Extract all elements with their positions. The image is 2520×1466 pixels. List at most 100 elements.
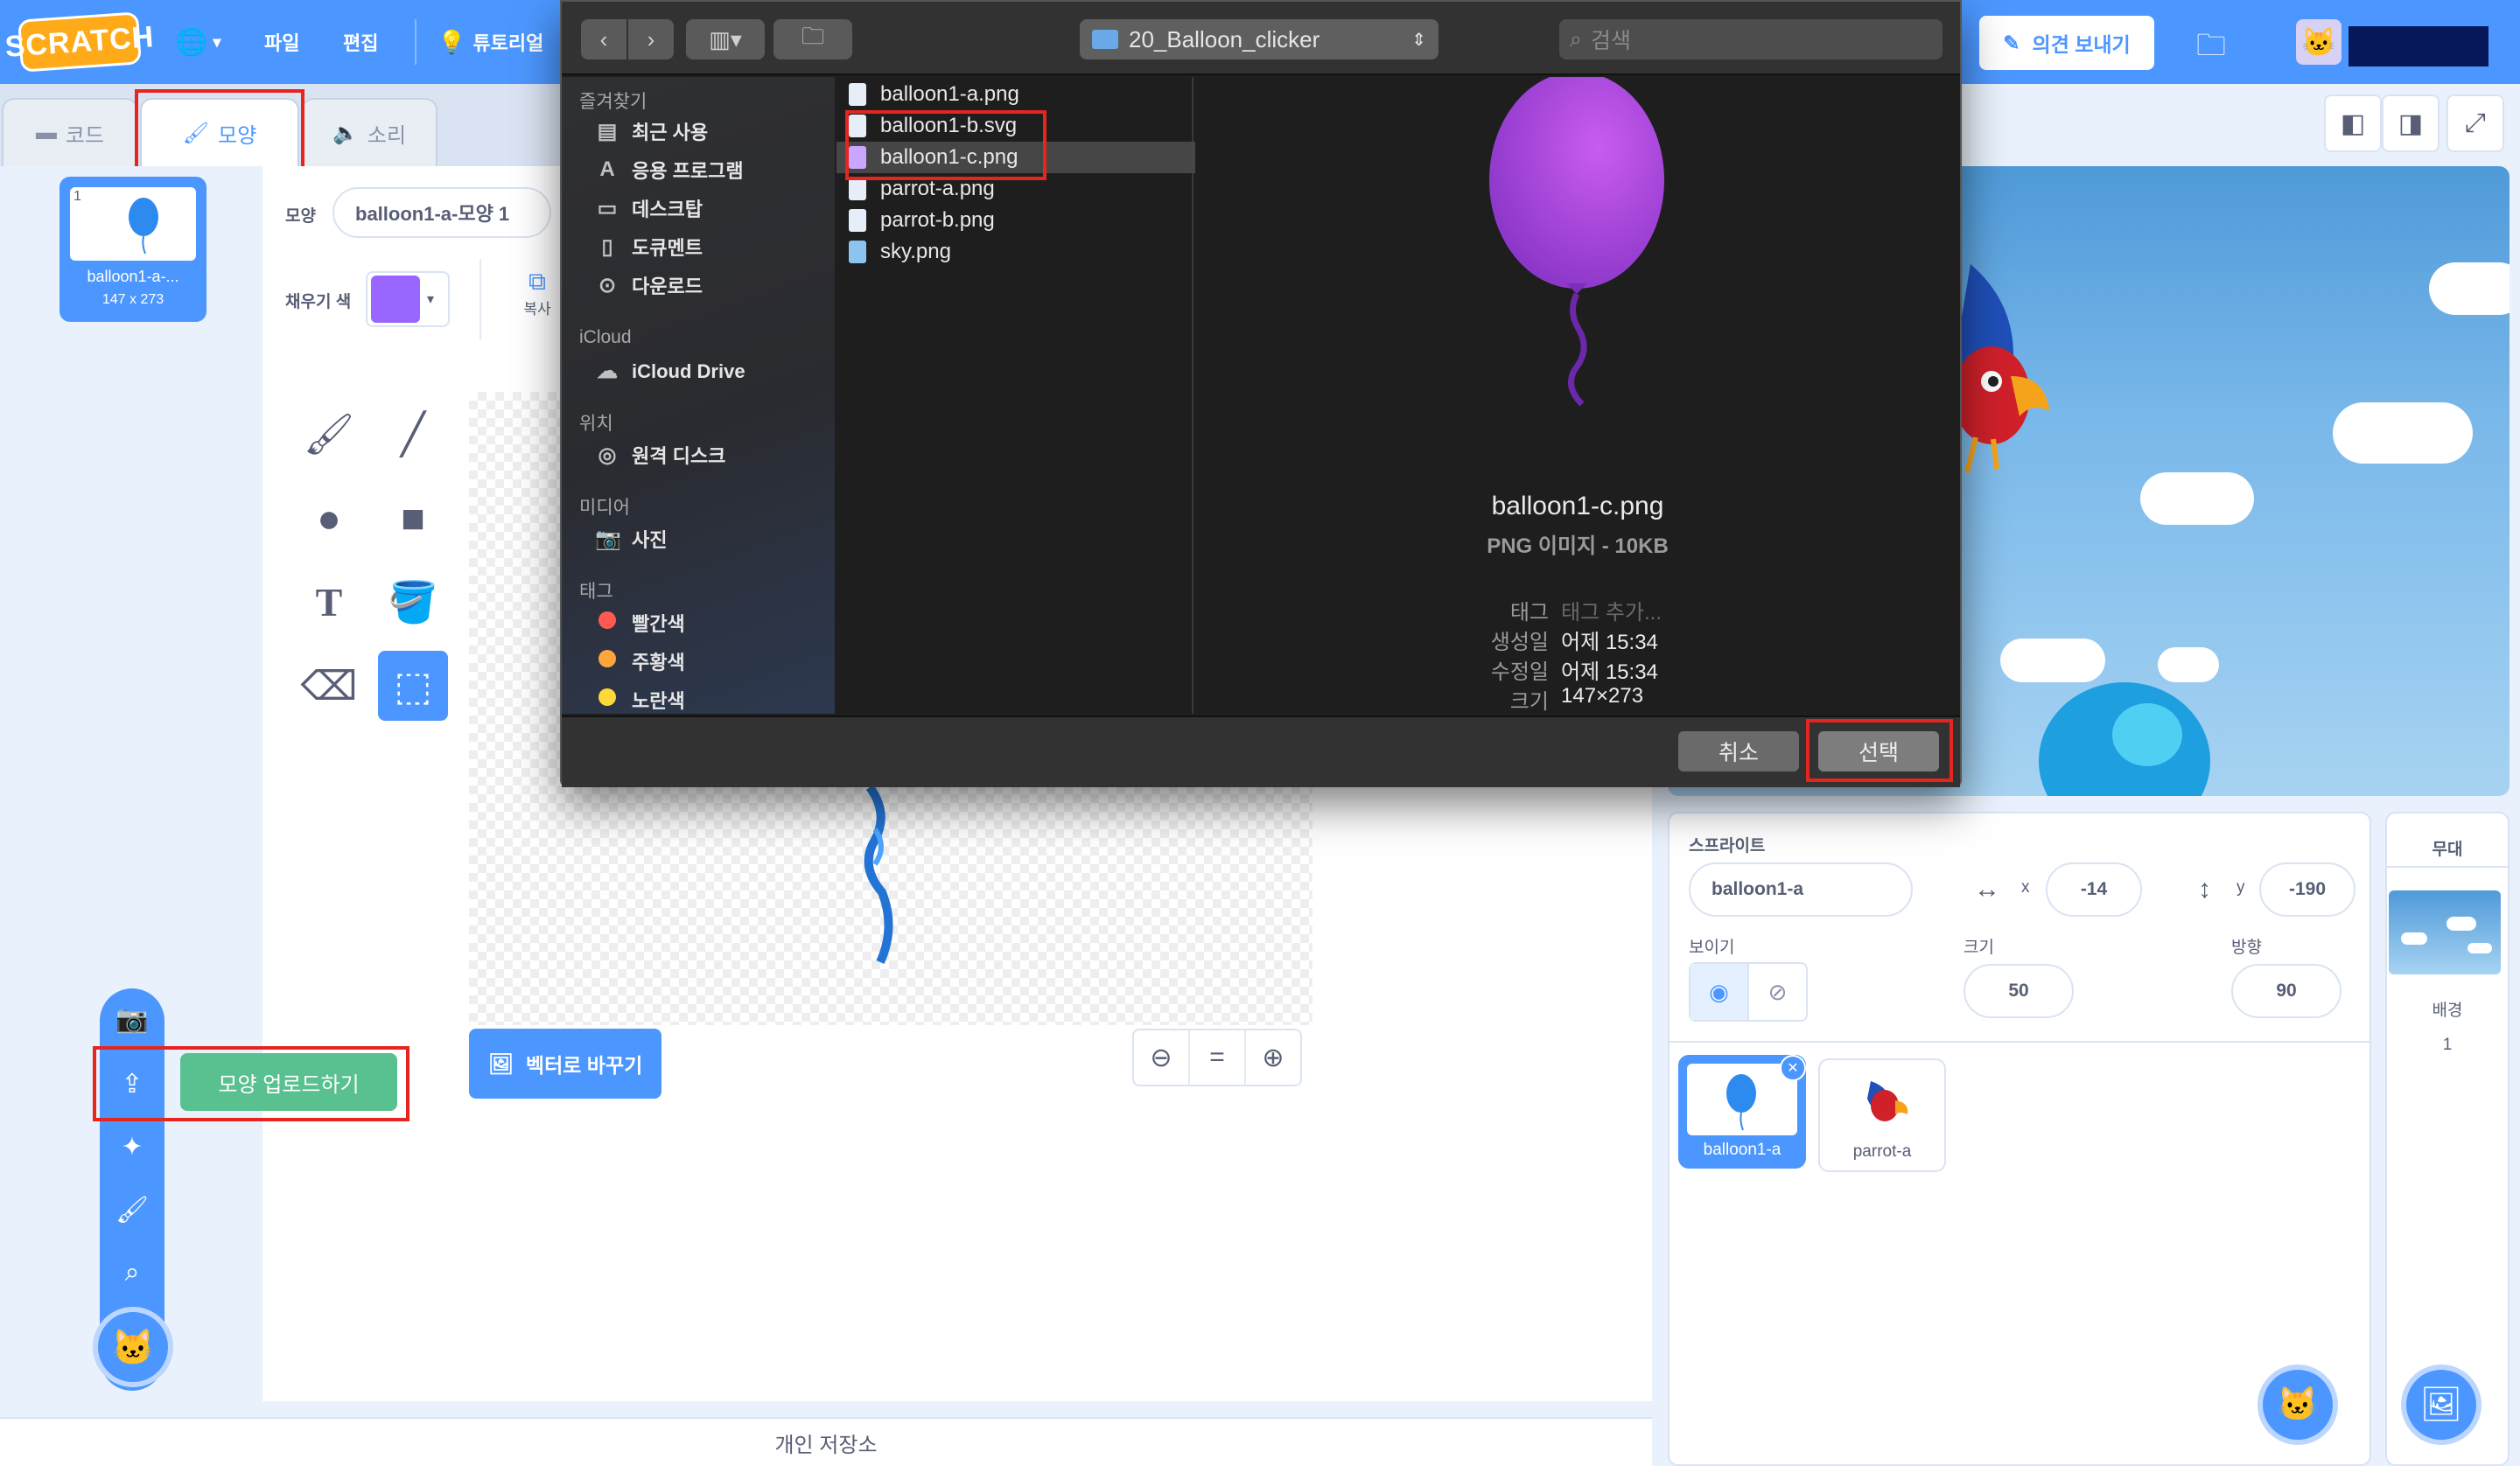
red-tag-icon	[598, 611, 616, 629]
costume-name-label: 모양	[285, 207, 316, 226]
dialog-search-input[interactable]: ⌕ 검색	[1559, 19, 1942, 59]
username-box[interactable]	[2348, 26, 2488, 66]
eraser-icon: ⌫	[300, 663, 358, 709]
rectangle-tool[interactable]: ■	[378, 483, 448, 553]
choose-button[interactable]: 선택	[1818, 731, 1939, 771]
file-menu[interactable]: 파일	[264, 0, 299, 84]
costume-item[interactable]: 1 balloon1-a-... 147 x 273	[60, 177, 206, 322]
size-input[interactable]: 50	[1964, 964, 2074, 1018]
file-name: balloon1-c.png	[880, 145, 1018, 169]
meta-created-value: 어제 15:34	[1561, 631, 1658, 654]
balloon-preview-image	[1489, 77, 1664, 407]
zoom-reset-button[interactable]: =	[1190, 1030, 1246, 1085]
meta-modified-value: 어제 15:34	[1561, 660, 1658, 684]
tab-sounds[interactable]: 🔈 소리	[301, 98, 438, 166]
show-eye-button[interactable]: ◉	[1690, 964, 1749, 1020]
choose-costume-button[interactable]: 🐱	[93, 1307, 173, 1387]
avatar[interactable]: 🐱	[2296, 19, 2342, 65]
sidebar-item-applications[interactable]: A 응용 프로그램	[595, 156, 743, 184]
applications-icon: A	[599, 157, 615, 181]
eraser-tool[interactable]: ⌫	[294, 651, 364, 721]
copy-button[interactable]: ⧉ 복사	[513, 268, 562, 329]
scratch-logo[interactable]: SCRATCH	[4, 11, 155, 73]
sidebar-tag-yellow[interactable]: 노란색	[595, 686, 685, 714]
cat-icon: 🐱	[2277, 1386, 2319, 1423]
costume-name-input[interactable]: balloon1-a-모양 1	[332, 187, 551, 238]
choose-sprite-button[interactable]: 🐱	[2258, 1365, 2338, 1445]
sprite-tile-balloon[interactable]: ✕ balloon1-a	[1678, 1055, 1806, 1169]
fill-tool[interactable]: 🪣	[378, 567, 448, 637]
upload-costume-button[interactable]: ⇪	[100, 1053, 164, 1114]
cancel-button[interactable]: 취소	[1678, 731, 1799, 771]
feedback-button[interactable]: ✎ 의견 보내기	[1979, 16, 2154, 70]
folder-path-select[interactable]: 20_Balloon_clicker ⇕	[1080, 19, 1438, 59]
rectangle-icon: ■	[401, 495, 425, 541]
hide-eye-button[interactable]: ⊘	[1749, 964, 1806, 1020]
sidebar-tag-orange[interactable]: 주황색	[595, 647, 685, 675]
backdrop-thumbnail	[2389, 890, 2501, 974]
file-row[interactable]: parrot-a.png	[836, 173, 1204, 205]
x-input[interactable]: -14	[2046, 862, 2142, 917]
back-button[interactable]: ‹	[581, 19, 626, 59]
fill-color-picker[interactable]: ▾	[366, 271, 450, 327]
sidebar-item-label: 사진	[632, 529, 668, 551]
small-stage-button[interactable]: ◧	[2324, 94, 2382, 152]
sprite-tile-parrot[interactable]: parrot-a	[1818, 1058, 1946, 1172]
circle-tool[interactable]: ●	[294, 483, 364, 553]
sidebar-item-icloud-drive[interactable]: ☁ iCloud Drive	[595, 359, 746, 384]
search-icon: ⌕	[1570, 26, 1583, 52]
file-row[interactable]: sky.png	[836, 236, 1204, 268]
sidebar-item-documents[interactable]: ▯ 도큐멘트	[595, 233, 703, 261]
forward-button[interactable]: ›	[628, 19, 674, 59]
sidebar-item-remote-disc[interactable]: ◎ 원격 디스크	[595, 441, 726, 469]
select-cursor-icon: ⬚	[394, 663, 432, 709]
tab-costumes[interactable]: 🖌 모양	[140, 98, 299, 166]
search-button[interactable]: ⌕	[100, 1242, 164, 1303]
direction-input[interactable]: 90	[2231, 964, 2342, 1018]
surprise-button[interactable]: ✦	[100, 1116, 164, 1177]
choose-backdrop-button[interactable]: 🖼	[2401, 1365, 2482, 1445]
file-name: balloon1-b.svg	[880, 114, 1018, 137]
lightbulb-icon: 💡	[438, 28, 466, 55]
meta-tag-value[interactable]: 태그 추가...	[1561, 595, 1662, 625]
brush-tool[interactable]: 🖌	[294, 399, 364, 469]
view-mode-button[interactable]: ▥▾	[686, 19, 765, 59]
line-tool[interactable]: ╱	[378, 399, 448, 469]
fullscreen-button[interactable]: ⤢	[2446, 94, 2504, 152]
disc-icon: ◎	[598, 443, 617, 467]
horizontal-arrows-icon: ↔	[1974, 875, 2000, 904]
zoom-out-button[interactable]: ⊖	[1134, 1030, 1190, 1085]
desktop-icon: ▭	[597, 196, 618, 220]
large-stage-button[interactable]: ◨	[2382, 94, 2440, 152]
stage-divider	[2385, 866, 2510, 868]
camera-button[interactable]: 📷	[100, 988, 164, 1050]
code-blocks-icon: ▬	[35, 121, 57, 144]
file-row[interactable]: parrot-b.png	[836, 205, 1204, 236]
sidebar-item-desktop[interactable]: ▭ 데스크탑	[595, 194, 703, 222]
new-folder-button[interactable]: 🗀	[774, 19, 852, 59]
zoom-in-button[interactable]: ⊕	[1246, 1030, 1300, 1085]
sidebar-item-recents[interactable]: ▤ 최근 사용	[595, 117, 708, 145]
brush-icon: 🖌	[303, 410, 355, 457]
sidebar-item-downloads[interactable]: ⊙ 다운로드	[595, 271, 703, 299]
sprite-name-input[interactable]: balloon1-a	[1689, 862, 1913, 917]
paint-button[interactable]: 🖌	[100, 1179, 164, 1240]
tab-code[interactable]: ▬ 코드	[2, 98, 138, 166]
text-tool[interactable]: T	[294, 567, 364, 637]
my-stuff-folder-icon[interactable]: 🗀	[2196, 24, 2235, 62]
file-row[interactable]: balloon1-b.svg	[836, 110, 1204, 142]
language-menu[interactable]: 🌐 ▾	[175, 0, 220, 84]
edit-menu[interactable]: 편집	[343, 0, 378, 84]
columns-view-icon: ▥▾	[709, 25, 742, 52]
tutorials-menu[interactable]: 💡 튜토리얼	[438, 0, 543, 84]
convert-to-vector-button[interactable]: 🖼 벡터로 바꾸기	[469, 1029, 662, 1099]
sidebar-tag-red[interactable]: 빨간색	[595, 609, 685, 637]
file-row-selected[interactable]: balloon1-c.png	[836, 142, 1204, 173]
sidebar-item-photos[interactable]: 📷 사진	[595, 525, 667, 553]
file-row[interactable]: balloon1-a.png	[836, 79, 1204, 110]
backpack-bar[interactable]: 개인 저장소	[0, 1417, 1652, 1466]
y-input[interactable]: -190	[2259, 862, 2356, 917]
select-tool[interactable]: ⬚	[378, 651, 448, 721]
delete-sprite-button[interactable]: ✕	[1780, 1055, 1806, 1081]
circle-icon: ●	[317, 495, 341, 541]
